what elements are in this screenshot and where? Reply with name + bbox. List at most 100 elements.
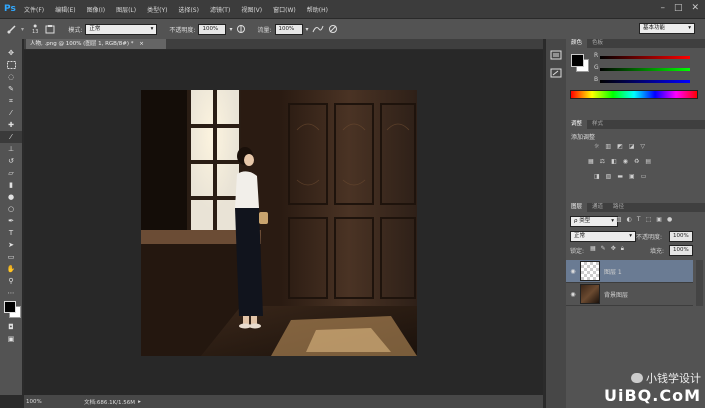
marquee-tool-icon[interactable]: [0, 59, 22, 71]
menu-select[interactable]: 选择(S): [178, 5, 199, 14]
filter-smart-icon[interactable]: ▣: [656, 216, 662, 223]
menu-view[interactable]: 视图(V): [241, 5, 262, 14]
channelmixer-icon[interactable]: ♻: [634, 158, 639, 165]
huesat-icon[interactable]: ▦: [588, 158, 594, 165]
layer-row-layer1[interactable]: ◉ 图层 1: [566, 260, 693, 283]
filter-toggle-icon[interactable]: ●: [667, 216, 672, 223]
close-tab-icon[interactable]: ×: [139, 41, 144, 47]
layer-opacity-input[interactable]: 100%: [669, 231, 693, 242]
vibrance-icon[interactable]: ▽: [640, 143, 645, 150]
menu-help[interactable]: 帮助(H): [307, 5, 328, 14]
filter-shape-icon[interactable]: ⬚: [646, 216, 652, 223]
opacity-input[interactable]: 100%: [198, 23, 227, 35]
tab-paths[interactable]: 路径: [608, 203, 629, 212]
path-select-tool-icon[interactable]: ➤: [0, 239, 22, 251]
brush-presets-panel-icon[interactable]: [546, 67, 566, 79]
flow-input[interactable]: 100%: [274, 23, 303, 35]
quick-mask-icon[interactable]: ◘: [0, 321, 22, 333]
lasso-tool-icon[interactable]: ◌: [0, 71, 22, 83]
selectivecolor-icon[interactable]: ▣: [629, 173, 635, 180]
eraser-tool-icon[interactable]: ▱: [0, 167, 22, 179]
pressure-opacity-icon[interactable]: [235, 23, 247, 35]
color-spectrum-bar[interactable]: [570, 90, 698, 99]
zoom-level[interactable]: 100%: [26, 399, 66, 405]
status-arrow-icon[interactable]: ▸: [138, 399, 141, 405]
filter-pixel-icon[interactable]: ▨: [616, 216, 622, 223]
airbrush-icon[interactable]: [312, 23, 324, 35]
posterize-icon[interactable]: ▧: [606, 173, 612, 180]
chevron-down-icon[interactable]: ▾: [229, 26, 232, 33]
layer-filter-select[interactable]: ρ 类型 ▾: [570, 216, 618, 227]
levels-icon[interactable]: ▥: [605, 143, 611, 150]
tab-swatches[interactable]: 色板: [587, 39, 608, 48]
menu-edit[interactable]: 编辑(E): [55, 5, 75, 14]
type-tool-icon[interactable]: T: [0, 227, 22, 239]
r-slider[interactable]: [600, 56, 690, 59]
colorbalance-icon[interactable]: ⚖: [600, 158, 605, 165]
brush-size-value[interactable]: 13: [32, 29, 38, 35]
invert-icon[interactable]: ◨: [594, 173, 600, 180]
threshold-icon[interactable]: ▬: [617, 173, 623, 180]
dodge-tool-icon[interactable]: ○: [0, 203, 22, 215]
history-brush-tool-icon[interactable]: ↺: [0, 155, 22, 167]
quick-select-tool-icon[interactable]: ✎: [0, 83, 22, 95]
brush-panel-icon[interactable]: [44, 23, 56, 35]
hand-tool-icon[interactable]: ✋: [0, 263, 22, 275]
blend-mode-select[interactable]: 正常 ▾: [570, 231, 636, 242]
tab-color[interactable]: 颜色: [566, 39, 588, 48]
colorlookup-icon[interactable]: ▤: [645, 158, 651, 165]
exposure-icon[interactable]: ◪: [629, 143, 635, 150]
filter-type-icon[interactable]: T: [637, 216, 641, 223]
tab-adjustments[interactable]: 调整: [566, 120, 588, 129]
workspace-select[interactable]: 基本功能 ▾: [639, 23, 695, 34]
tab-styles[interactable]: 样式: [587, 120, 608, 129]
menu-file[interactable]: 文件(F): [24, 5, 44, 14]
layer-name[interactable]: 背景图层: [604, 290, 628, 299]
mode-select[interactable]: 正常 ▾: [85, 23, 158, 35]
blackwhite-icon[interactable]: ◧: [611, 158, 617, 165]
photofilter-icon[interactable]: ◉: [623, 158, 628, 165]
pressure-size-icon[interactable]: [327, 23, 339, 35]
move-tool-icon[interactable]: ✥: [0, 47, 22, 59]
color-swatches[interactable]: [0, 299, 22, 321]
brightness-icon[interactable]: ☼: [594, 143, 599, 150]
lock-image-icon[interactable]: ✎: [601, 245, 606, 253]
lock-all-icon[interactable]: 🔒︎: [621, 245, 624, 253]
tab-channels[interactable]: 通道: [587, 203, 608, 212]
layers-scrollbar[interactable]: [696, 260, 703, 306]
g-slider[interactable]: [600, 68, 690, 71]
menu-layer[interactable]: 图层(L): [116, 5, 136, 14]
eye-icon[interactable]: ◉: [566, 268, 580, 275]
brush-tool-icon[interactable]: ⁄: [0, 131, 22, 143]
document-tab[interactable]: 人物, .png @ 100% (图层 1, RGB/8#) * ×: [26, 39, 166, 49]
curves-icon[interactable]: ◩: [617, 143, 623, 150]
maximize-button[interactable]: □: [674, 3, 683, 13]
eyedropper-tool-icon[interactable]: ⁄: [0, 107, 22, 119]
close-window-button[interactable]: ✕: [691, 3, 699, 13]
chevron-down-icon[interactable]: ▾: [306, 26, 309, 33]
history-panel-icon[interactable]: [546, 49, 566, 61]
pen-tool-icon[interactable]: ✒: [0, 215, 22, 227]
gradientmap-icon[interactable]: ▭: [641, 173, 647, 180]
shape-tool-icon[interactable]: ▭: [0, 251, 22, 263]
lock-transparent-icon[interactable]: ▦: [590, 245, 596, 253]
healing-tool-icon[interactable]: ✚: [0, 119, 22, 131]
blur-tool-icon[interactable]: ●: [0, 191, 22, 203]
brush-preset-icon[interactable]: [6, 23, 18, 35]
extra-tools-icon[interactable]: ⋯: [0, 287, 22, 299]
filter-adjust-icon[interactable]: ◐: [627, 216, 632, 223]
document-image[interactable]: [141, 90, 417, 356]
tab-layers[interactable]: 图层: [566, 203, 588, 212]
lock-position-icon[interactable]: ✥: [611, 245, 616, 253]
fill-input[interactable]: 100%: [669, 245, 693, 256]
gradient-tool-icon[interactable]: ▮: [0, 179, 22, 191]
menu-image[interactable]: 图像(I): [87, 5, 105, 14]
canvas-area[interactable]: [24, 50, 543, 395]
minimize-button[interactable]: –: [660, 3, 665, 13]
layer-name[interactable]: 图层 1: [604, 267, 622, 276]
layer-row-background[interactable]: ◉ 背景图层: [566, 283, 693, 306]
b-slider[interactable]: [600, 80, 690, 83]
menu-type[interactable]: 类型(Y): [147, 5, 167, 14]
screen-mode-icon[interactable]: ▣: [0, 333, 22, 345]
stamp-tool-icon[interactable]: ⊥: [0, 143, 22, 155]
